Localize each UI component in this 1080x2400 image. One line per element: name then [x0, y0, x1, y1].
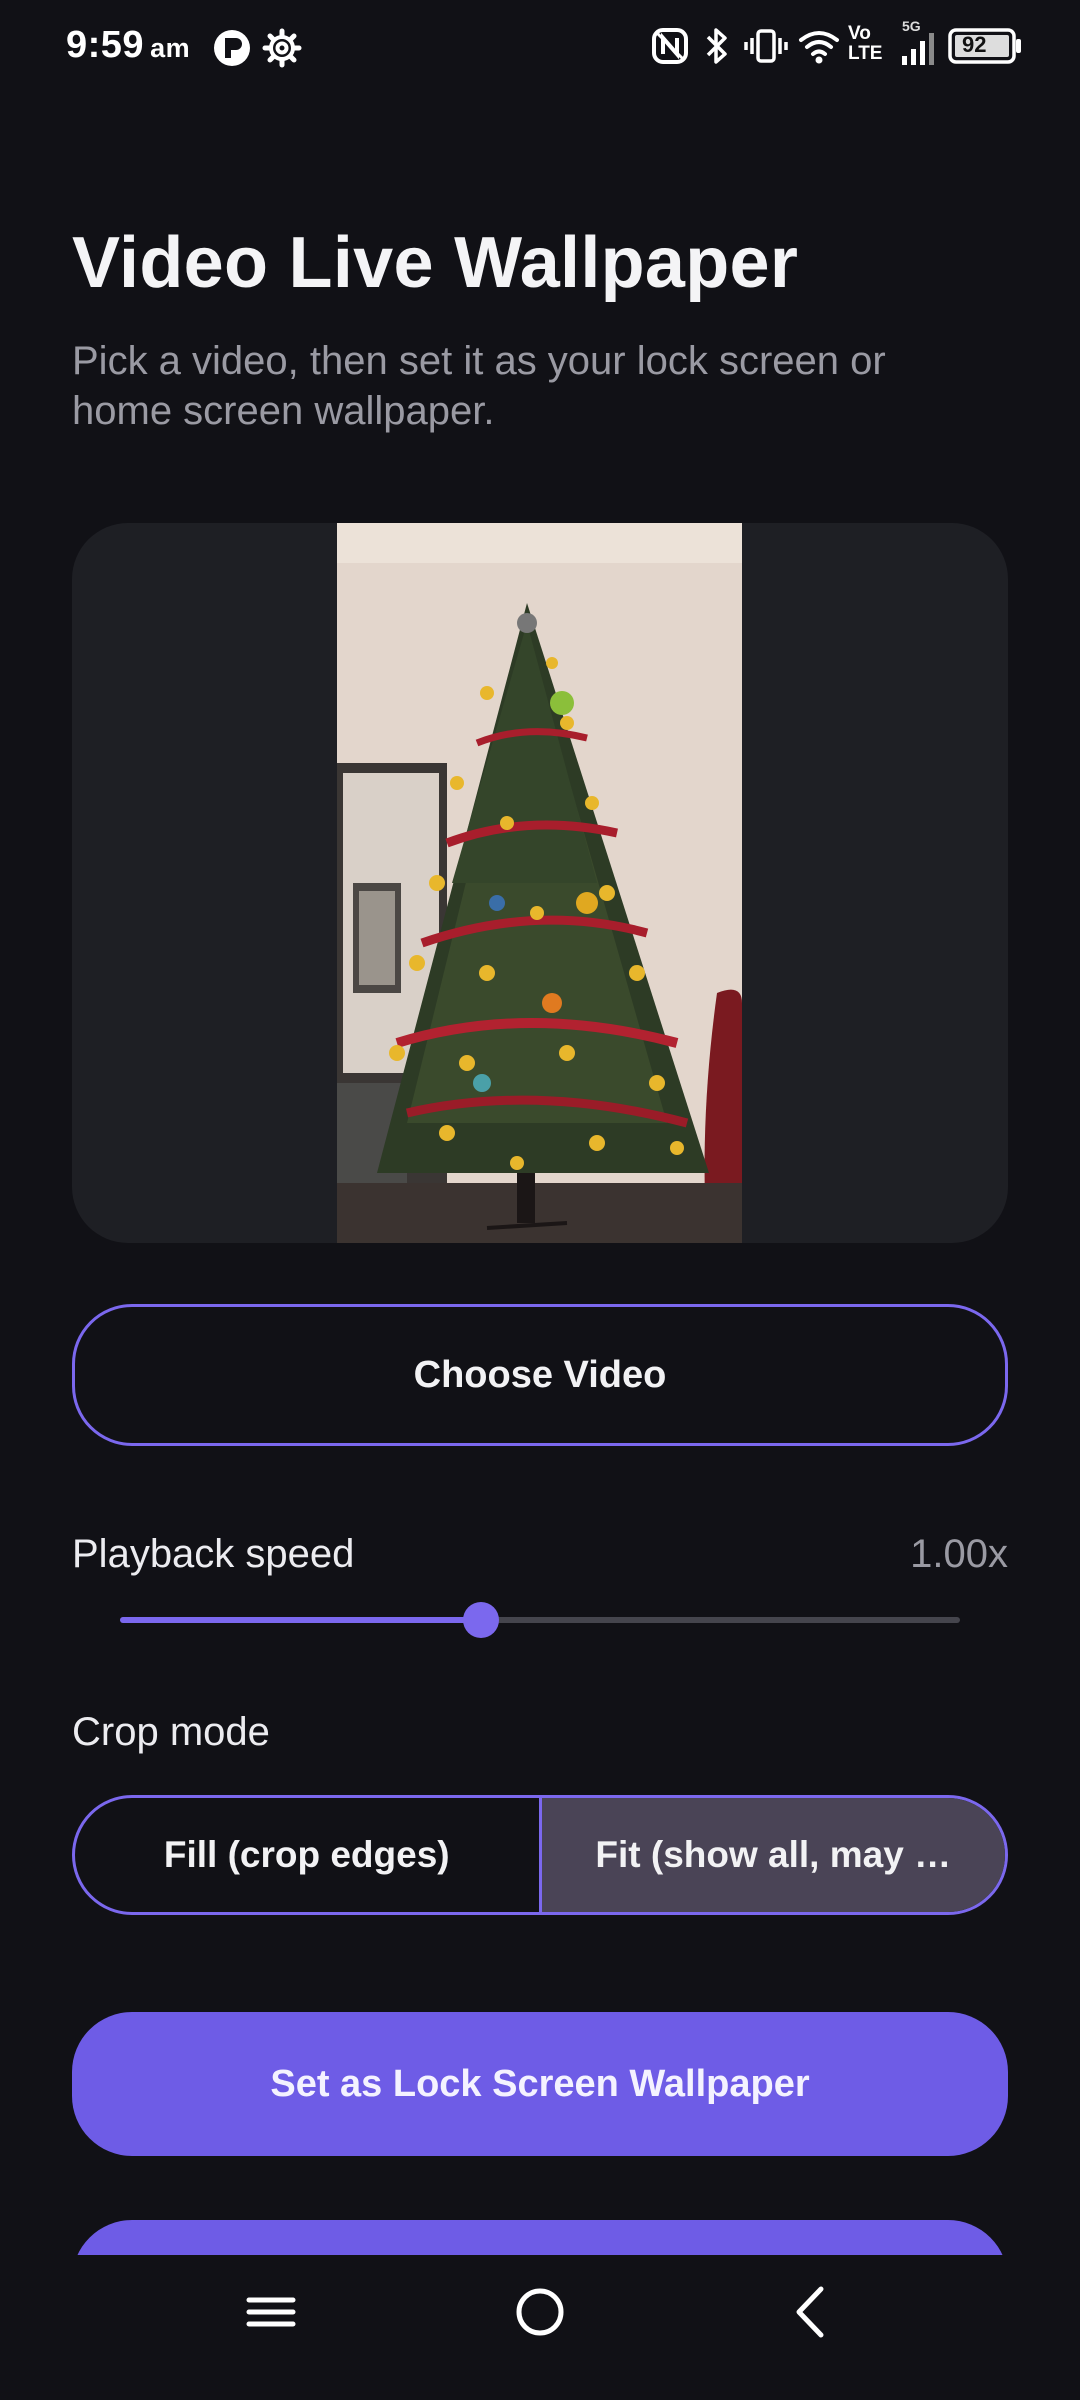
battery-level: 92: [962, 32, 987, 57]
status-bar: 9:59 am Vo LTE 5G 92: [0, 0, 1080, 96]
crop-option-fill[interactable]: Fill (crop edges): [75, 1798, 542, 1912]
screen: 9:59 am Vo LTE 5G 92 Video Live Wallpape…: [0, 0, 1080, 2400]
app-notification-icon: [212, 28, 252, 73]
playback-speed-label: Playback speed: [72, 1532, 355, 1576]
playback-speed-value: 1.00x: [910, 1532, 1008, 1576]
christmas-tree-video-frame: [337, 523, 742, 1243]
volte-indicator: Vo LTE: [848, 24, 888, 64]
page-subtitle: Pick a video, then set it as your lock s…: [72, 339, 886, 433]
slider-thumb[interactable]: [463, 1602, 500, 1638]
status-time-value: 9:59: [66, 24, 145, 66]
crop-mode-label: Crop mode: [72, 1710, 270, 1754]
bluetooth-icon: [702, 26, 732, 71]
status-time-ampm: am: [150, 33, 191, 63]
choose-video-button[interactable]: Choose Video: [72, 1304, 1008, 1446]
volte-top: Vo: [848, 23, 871, 44]
status-time: 9:59 am: [66, 24, 190, 67]
page-title: Video Live Wallpaper: [72, 223, 799, 303]
volte-bottom: LTE: [848, 43, 883, 64]
nfc-icon: [650, 26, 690, 71]
crop-mode-segmented-control: Fill (crop edges) Fit (show all, may …: [72, 1795, 1008, 1915]
video-preview-image: [337, 523, 742, 1243]
playback-speed-slider[interactable]: [120, 1600, 960, 1640]
vibrate-icon: [744, 28, 788, 69]
wifi-icon: [798, 28, 840, 69]
slider-fill: [120, 1617, 482, 1623]
menu-icon[interactable]: [244, 2285, 298, 2344]
crop-option-fit[interactable]: Fit (show all, may …: [541, 1798, 1005, 1912]
home-icon[interactable]: [513, 2285, 567, 2344]
signal-icon: [900, 32, 936, 71]
set-lock-screen-wallpaper-button[interactable]: Set as Lock Screen Wallpaper: [72, 2012, 1008, 2156]
settings-gear-icon: [262, 28, 302, 73]
system-navigation-bar: [0, 2255, 1080, 2400]
video-preview-card: [72, 523, 1008, 1243]
back-icon[interactable]: [785, 2285, 839, 2344]
